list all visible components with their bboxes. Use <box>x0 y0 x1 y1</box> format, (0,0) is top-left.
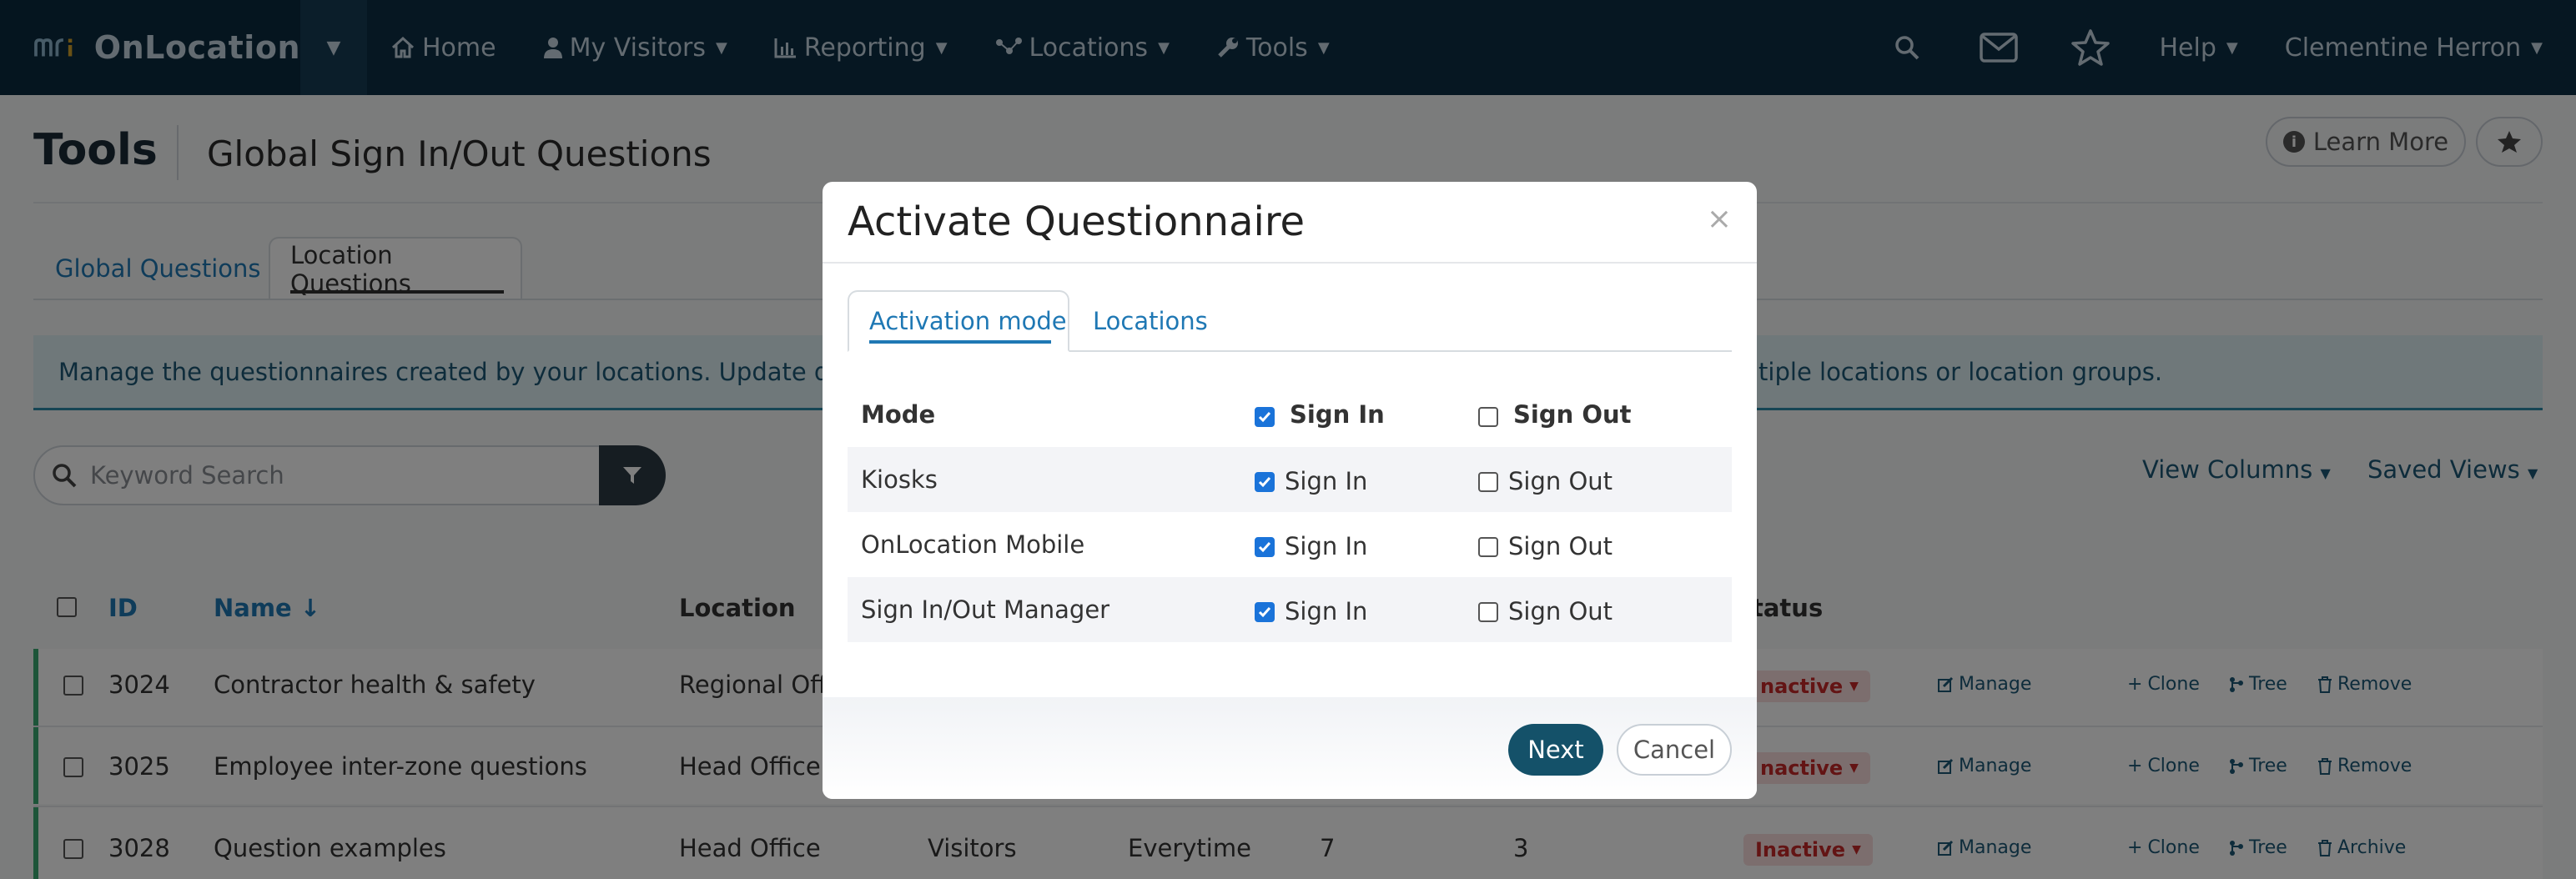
sign-out-checkbox[interactable] <box>1478 602 1498 622</box>
cancel-button[interactable]: Cancel <box>1617 724 1732 776</box>
check-icon <box>1258 542 1271 553</box>
sign-out-label: Sign Out <box>1508 532 1613 560</box>
modal-header-divider <box>823 262 1757 264</box>
sign-in-label: Sign In <box>1285 467 1368 495</box>
sign-out-all-checkbox[interactable] <box>1478 407 1498 427</box>
active-tab-underline <box>869 340 1051 344</box>
sign-in-all-checkbox[interactable] <box>1255 407 1275 427</box>
check-icon <box>1258 412 1271 423</box>
mode-row-onlocation-mobile: OnLocation Mobile Sign In Sign Out <box>848 512 1732 577</box>
activate-questionnaire-modal: Activate Questionnaire × Activation mode… <box>823 182 1757 799</box>
modal-title: Activate Questionnaire <box>848 198 1306 245</box>
sign-out-label: Sign Out <box>1508 467 1613 495</box>
sign-in-checkbox[interactable] <box>1255 472 1275 492</box>
sign-in-label: Sign In <box>1285 532 1368 560</box>
tab-locations[interactable]: Locations <box>1093 290 1208 352</box>
check-icon <box>1258 607 1271 618</box>
mode-column-header: Mode <box>861 400 936 429</box>
sign-out-checkbox[interactable] <box>1478 537 1498 557</box>
close-icon[interactable]: × <box>1707 202 1732 236</box>
next-button[interactable]: Next <box>1508 724 1603 776</box>
sign-in-label: Sign In <box>1285 597 1368 625</box>
tab-activation-mode[interactable]: Activation mode <box>848 290 1069 352</box>
sign-out-checkbox[interactable] <box>1478 472 1498 492</box>
mode-row-sign-in-out-manager: Sign In/Out Manager Sign In Sign Out <box>848 577 1732 642</box>
sign-in-column-header: Sign In <box>1290 400 1385 429</box>
sign-out-label: Sign Out <box>1508 597 1613 625</box>
sign-out-column-header: Sign Out <box>1513 400 1632 429</box>
mode-name: Sign In/Out Manager <box>861 595 1110 624</box>
mode-row-kiosks: Kiosks Sign In Sign Out <box>848 447 1732 512</box>
sign-in-checkbox[interactable] <box>1255 602 1275 622</box>
mode-name: OnLocation Mobile <box>861 530 1085 559</box>
mode-header-row: Mode Sign In Sign Out <box>848 382 1732 447</box>
tab-activation-mode-label: Activation mode <box>869 307 1067 335</box>
check-icon <box>1258 477 1271 488</box>
sign-in-checkbox[interactable] <box>1255 537 1275 557</box>
mode-name: Kiosks <box>861 465 938 494</box>
